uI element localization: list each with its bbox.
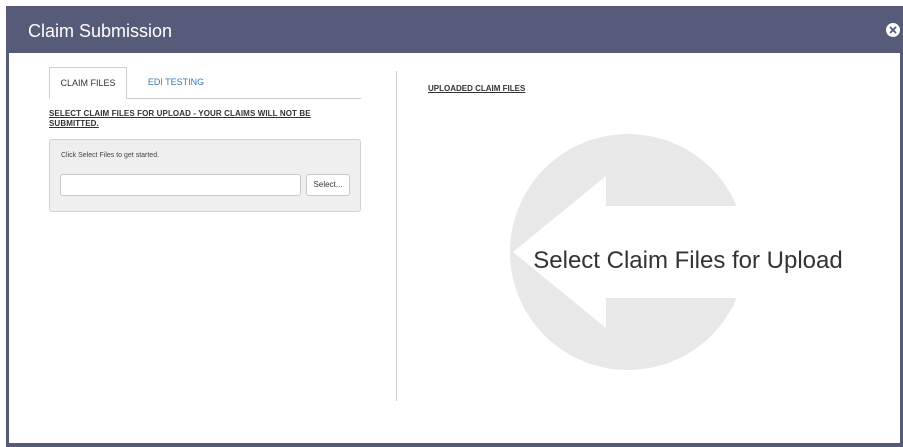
select-files-button[interactable]: Select... <box>306 174 350 196</box>
upload-panel: Click Select Files to get started. Selec… <box>49 139 361 212</box>
empty-state-text: Select Claim Files for Upload <box>533 247 843 274</box>
file-path-input[interactable] <box>60 174 301 196</box>
tab-bar: CLAIM FILES EDI TESTING <box>49 67 361 99</box>
close-icon[interactable] <box>886 23 900 37</box>
dialog-titlebar: Claim Submission <box>6 6 903 53</box>
dialog-title: Claim Submission <box>28 21 173 41</box>
claim-submission-dialog: Claim Submission CLAIM FILES EDI TESTING… <box>6 6 903 447</box>
claim-files-pane: CLAIM FILES EDI TESTING SELECT CLAIM FIL… <box>9 53 399 443</box>
uploaded-files-header: UPLOADED CLAIM FILES <box>428 84 526 93</box>
uploaded-files-pane: UPLOADED CLAIM FILES Select Claim Files … <box>397 53 900 443</box>
upload-hint: Click Select Files to get started. <box>61 152 160 159</box>
tab-edi-testing[interactable]: EDI TESTING <box>127 67 225 98</box>
upload-notice: SELECT CLAIM FILES FOR UPLOAD - YOUR CLA… <box>49 109 311 128</box>
dialog-body: CLAIM FILES EDI TESTING SELECT CLAIM FIL… <box>9 53 900 443</box>
tab-claim-files[interactable]: CLAIM FILES <box>49 67 127 99</box>
